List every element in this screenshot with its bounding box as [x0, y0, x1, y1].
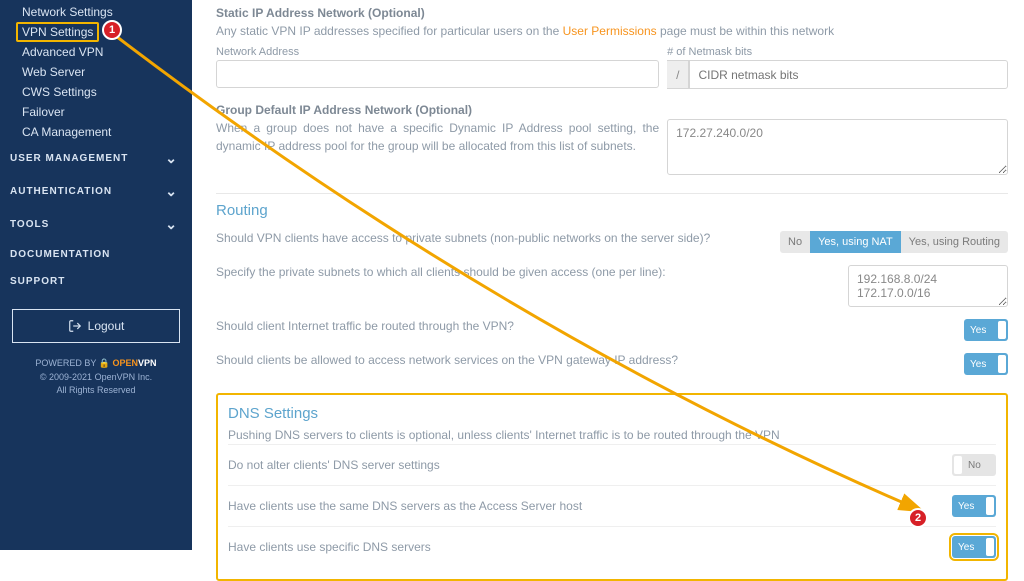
seg-routing[interactable]: Yes, using Routing [901, 231, 1008, 253]
dns-settings-box: DNS Settings Pushing DNS servers to clie… [216, 393, 1008, 581]
dns-opt-1-toggle[interactable]: No [952, 454, 996, 476]
group-default-note: When a group does not have a specific Dy… [216, 119, 659, 155]
network-address-input[interactable] [216, 60, 659, 88]
dns-opt-3-toggle[interactable]: Yes [952, 536, 996, 558]
group-default-heading: Group Default IP Address Network (Option… [216, 103, 1008, 117]
static-ip-heading: Static IP Address Network (Optional) [216, 6, 1008, 20]
network-address-label: Network Address [216, 46, 659, 58]
section-authentication[interactable]: AUTHENTICATION⌄ [0, 175, 192, 208]
seg-no[interactable]: No [780, 231, 810, 253]
dns-opt-2: Have clients use the same DNS servers as… [228, 499, 582, 513]
chevron-down-icon: ⌄ [165, 183, 178, 200]
netmask-bits-input[interactable] [689, 60, 1008, 89]
section-user-management[interactable]: USER MANAGEMENT⌄ [0, 142, 192, 175]
static-ip-note: Any static VPN IP addresses specified fo… [216, 22, 1008, 40]
chevron-down-icon: ⌄ [165, 216, 178, 233]
nav-config: Network Settings VPN Settings Advanced V… [0, 0, 192, 142]
dns-opt-1: Do not alter clients' DNS server setting… [228, 458, 440, 472]
dns-heading: DNS Settings [228, 405, 996, 422]
chevron-down-icon: ⌄ [165, 150, 178, 167]
gateway-services-toggle[interactable]: Yes [964, 353, 1008, 375]
sidebar-item-ca-management[interactable]: CA Management [22, 122, 192, 142]
logout-icon [68, 319, 82, 333]
main-panel: Static IP Address Network (Optional) Any… [192, 0, 1024, 581]
dns-opt-3: Have clients use specific DNS servers [228, 540, 431, 554]
sidebar-item-cws-settings[interactable]: CWS Settings [22, 82, 192, 102]
routing-q2: Specify the private subnets to which all… [216, 265, 666, 279]
netmask-bits-label: # of Netmask bits [667, 46, 1008, 58]
routing-heading: Routing [216, 193, 1008, 219]
footer: POWERED BY 🔒 OPENVPN © 2009-2021 OpenVPN… [0, 357, 192, 398]
routing-q4: Should clients be allowed to access netw… [216, 353, 678, 367]
private-subnets-textarea[interactable] [848, 265, 1008, 307]
private-subnets-segmented[interactable]: No Yes, using NAT Yes, using Routing [780, 231, 1008, 253]
section-support[interactable]: SUPPORT [0, 268, 192, 295]
routing-q1: Should VPN clients have access to privat… [216, 231, 710, 245]
dns-opt-2-toggle[interactable]: Yes [952, 495, 996, 517]
route-internet-toggle[interactable]: Yes [964, 319, 1008, 341]
sidebar-item-vpn-settings[interactable]: VPN Settings [16, 22, 99, 42]
sidebar-item-web-server[interactable]: Web Server [22, 62, 192, 82]
dns-sub: Pushing DNS servers to clients is option… [228, 426, 996, 444]
section-documentation[interactable]: DOCUMENTATION [0, 241, 192, 268]
sidebar-item-network-settings[interactable]: Network Settings [22, 2, 192, 22]
annotation-badge-2: 2 [908, 508, 928, 528]
sidebar-item-failover[interactable]: Failover [22, 102, 192, 122]
logout-button[interactable]: Logout [12, 309, 180, 343]
annotation-badge-1: 1 [102, 20, 122, 40]
seg-nat[interactable]: Yes, using NAT [810, 231, 901, 253]
group-default-textarea[interactable] [667, 119, 1008, 175]
routing-q3: Should client Internet traffic be routed… [216, 319, 514, 333]
user-permissions-link[interactable]: User Permissions [563, 24, 657, 38]
sidebar: Network Settings VPN Settings Advanced V… [0, 0, 192, 550]
slash-prefix: / [667, 60, 689, 89]
sidebar-item-advanced-vpn[interactable]: Advanced VPN [22, 42, 192, 62]
section-tools[interactable]: TOOLS⌄ [0, 208, 192, 241]
